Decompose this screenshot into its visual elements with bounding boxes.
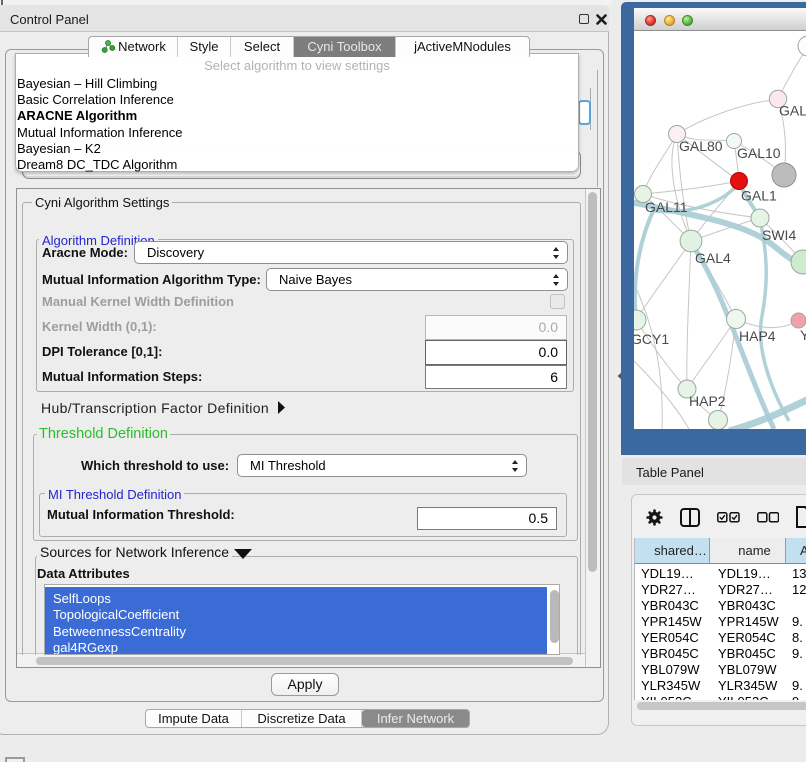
svg-text:GAL4: GAL4 bbox=[695, 250, 731, 266]
svg-text:GAL7: GAL7 bbox=[779, 103, 806, 119]
svg-text:GAL1: GAL1 bbox=[741, 188, 777, 204]
svg-text:GAL80: GAL80 bbox=[679, 138, 723, 154]
svg-text:Y: Y bbox=[800, 327, 806, 343]
svg-text:HAP2: HAP2 bbox=[689, 393, 726, 409]
svg-text:GCY1: GCY1 bbox=[634, 331, 669, 347]
svg-text:HAP4: HAP4 bbox=[739, 328, 776, 344]
svg-text:GAL10: GAL10 bbox=[737, 145, 781, 161]
svg-text:SWI4: SWI4 bbox=[762, 227, 796, 243]
svg-text:GAL11: GAL11 bbox=[645, 199, 688, 215]
